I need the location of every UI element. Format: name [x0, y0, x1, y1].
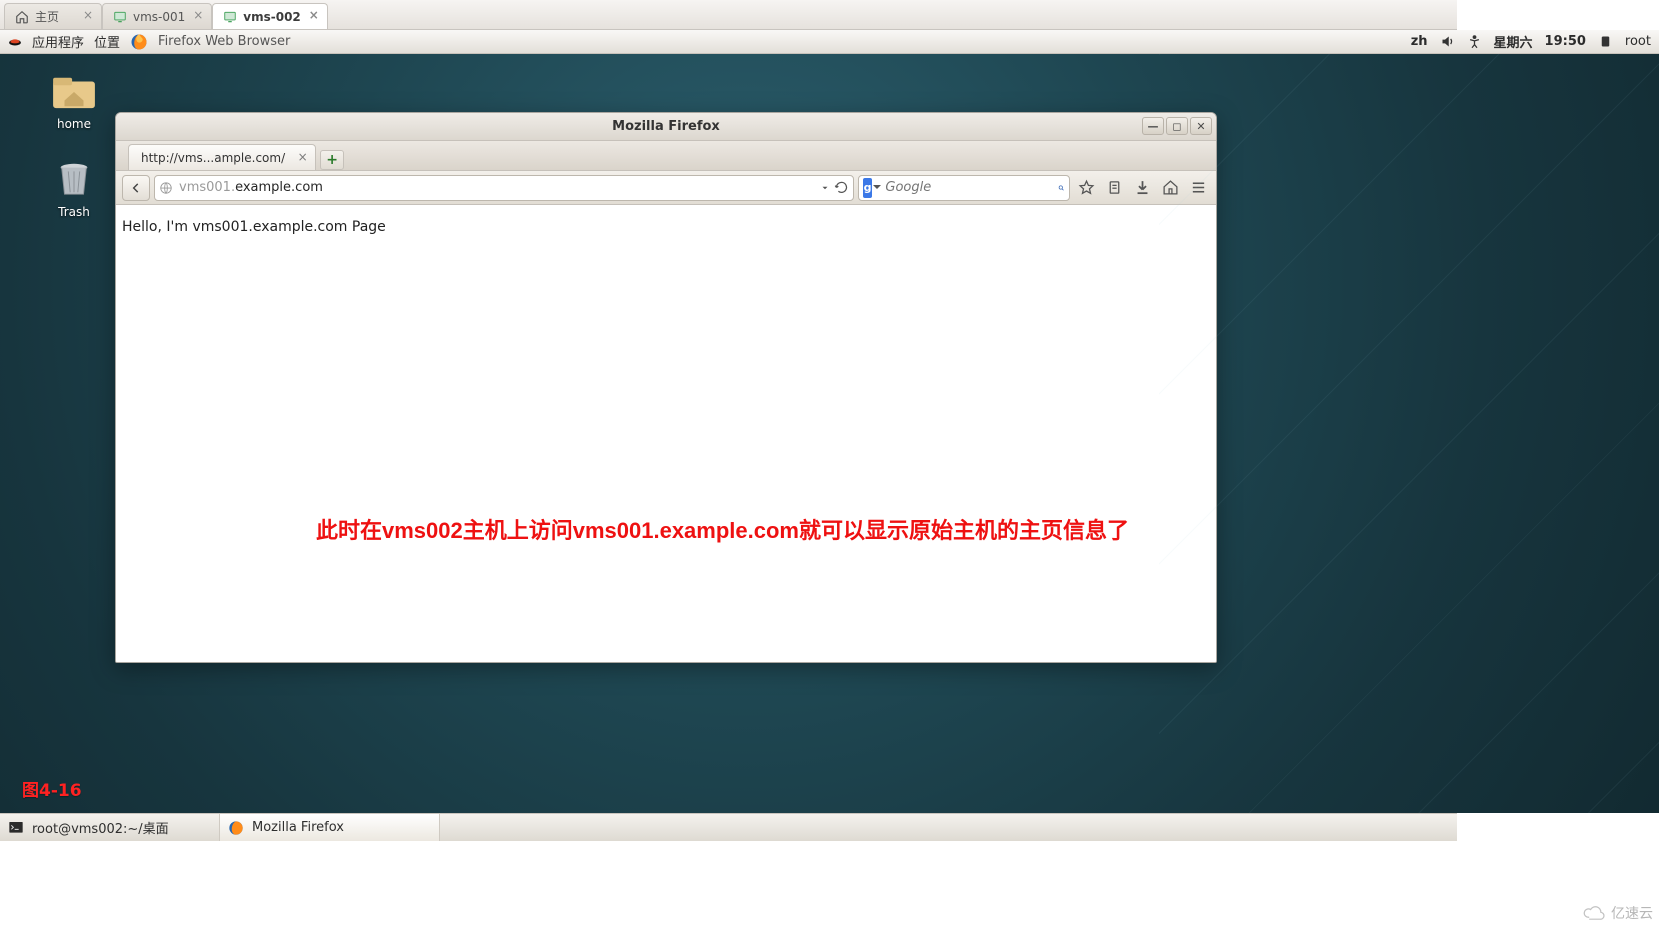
window-titlebar[interactable]: Mozilla Firefox — ◻ ✕ [116, 113, 1216, 141]
vm-icon [113, 10, 127, 24]
bookmarks-list-button[interactable] [1102, 176, 1126, 200]
firefox-icon [130, 33, 148, 51]
url-text: vms001.example.com [179, 180, 323, 195]
virt-viewer-tabs: 主页 × vms-001 × vms-002 × [0, 0, 1659, 30]
maximize-button[interactable]: ◻ [1166, 117, 1188, 135]
bookmark-star-button[interactable] [1074, 176, 1098, 200]
search-icon[interactable] [1058, 180, 1065, 196]
download-arrow-icon [1134, 179, 1151, 196]
page-body-text: Hello, I'm vms001.example.com Page [122, 219, 386, 235]
watermark-text: 亿速云 [1611, 903, 1653, 923]
taskbar-item-firefox[interactable]: Mozilla Firefox [220, 814, 440, 841]
page-content: Hello, I'm vms001.example.com Page 此时在vm… [116, 205, 1216, 662]
chevron-down-icon[interactable] [820, 183, 830, 193]
url-bar[interactable]: vms001.example.com [154, 175, 854, 201]
folder-home-icon [51, 72, 97, 110]
outer-tab-label: vms-002 [243, 10, 301, 24]
applications-menu[interactable]: 应用程序 [32, 32, 84, 51]
redhat-icon [8, 35, 22, 49]
minimize-button[interactable]: — [1142, 117, 1164, 135]
clock-day[interactable]: 星期六 [1494, 32, 1533, 51]
firefox-window: Mozilla Firefox — ◻ ✕ http://vms...ample… [115, 112, 1217, 663]
window-list-taskbar: root@vms002:~/桌面 Mozilla Firefox 亿速云 [0, 813, 1659, 841]
annotation-text: 此时在vms002主机上访问vms001.example.com就可以显示原始主… [316, 513, 1176, 545]
close-icon[interactable]: × [81, 8, 95, 22]
desktop[interactable]: home Trash Mozilla Firefox — ◻ ✕ http://… [0, 54, 1659, 813]
taskbar-item-label: root@vms002:~/桌面 [32, 818, 169, 837]
close-icon[interactable]: × [191, 8, 205, 22]
power-icon[interactable] [1598, 34, 1613, 49]
trash-icon [51, 160, 97, 198]
outer-tab-label: 主页 [35, 8, 59, 25]
search-engine-google-icon[interactable]: g [863, 178, 872, 198]
reload-icon[interactable] [834, 180, 849, 195]
desktop-icon-home[interactable]: home [34, 72, 114, 131]
outer-tab-label: vms-001 [133, 10, 185, 24]
close-icon[interactable]: × [296, 151, 309, 164]
figure-number: 图4-16 [22, 776, 82, 801]
taskbar-item-terminal[interactable]: root@vms002:~/桌面 [0, 814, 220, 841]
browser-tab[interactable]: http://vms...ample.com/ × [128, 144, 316, 170]
terminal-icon [8, 820, 24, 836]
arrow-left-icon [129, 181, 143, 195]
browser-tab-label: http://vms...ample.com/ [141, 151, 285, 165]
volume-icon[interactable] [1440, 34, 1455, 49]
close-icon[interactable]: × [307, 8, 321, 22]
accessibility-icon[interactable] [1467, 34, 1482, 49]
new-tab-button[interactable]: + [320, 150, 344, 170]
home-button[interactable] [1158, 176, 1182, 200]
globe-icon [159, 181, 173, 195]
desktop-icon-label: Trash [34, 205, 114, 219]
home-icon [15, 10, 29, 24]
firefox-tabbar: http://vms...ample.com/ × + [116, 141, 1216, 171]
window-title: Mozilla Firefox [612, 119, 720, 134]
gnome-top-bar: 应用程序 位置 Firefox Web Browser zh 星期六 19:50… [0, 30, 1659, 54]
search-input[interactable] [885, 180, 1053, 195]
downloads-button[interactable] [1130, 176, 1154, 200]
places-menu[interactable]: 位置 [94, 32, 120, 51]
back-button[interactable] [122, 175, 150, 201]
desktop-icon-trash[interactable]: Trash [34, 160, 114, 219]
desktop-icon-label: home [34, 117, 114, 131]
taskbar-item-label: Mozilla Firefox [252, 820, 344, 835]
outer-tab-vms002[interactable]: vms-002 × [212, 3, 328, 29]
menu-button[interactable] [1186, 176, 1210, 200]
firefox-icon [228, 820, 244, 836]
clock-time[interactable]: 19:50 [1545, 34, 1586, 49]
star-icon [1078, 179, 1095, 196]
home-icon [1162, 179, 1179, 196]
close-button[interactable]: ✕ [1190, 117, 1212, 135]
input-method-indicator[interactable]: zh [1411, 34, 1428, 49]
hamburger-icon [1190, 179, 1207, 196]
outer-tab-vms001[interactable]: vms-001 × [102, 3, 212, 29]
active-app-label[interactable]: Firefox Web Browser [158, 34, 290, 49]
clipboard-icon [1106, 179, 1123, 196]
watermark: 亿速云 [1583, 903, 1653, 923]
vm-icon [223, 10, 237, 24]
firefox-toolbar: vms001.example.com g [116, 171, 1216, 205]
cloud-icon [1583, 905, 1605, 921]
search-box[interactable]: g [858, 175, 1070, 201]
user-label[interactable]: root [1625, 34, 1651, 49]
outer-tab-home[interactable]: 主页 × [4, 3, 102, 29]
